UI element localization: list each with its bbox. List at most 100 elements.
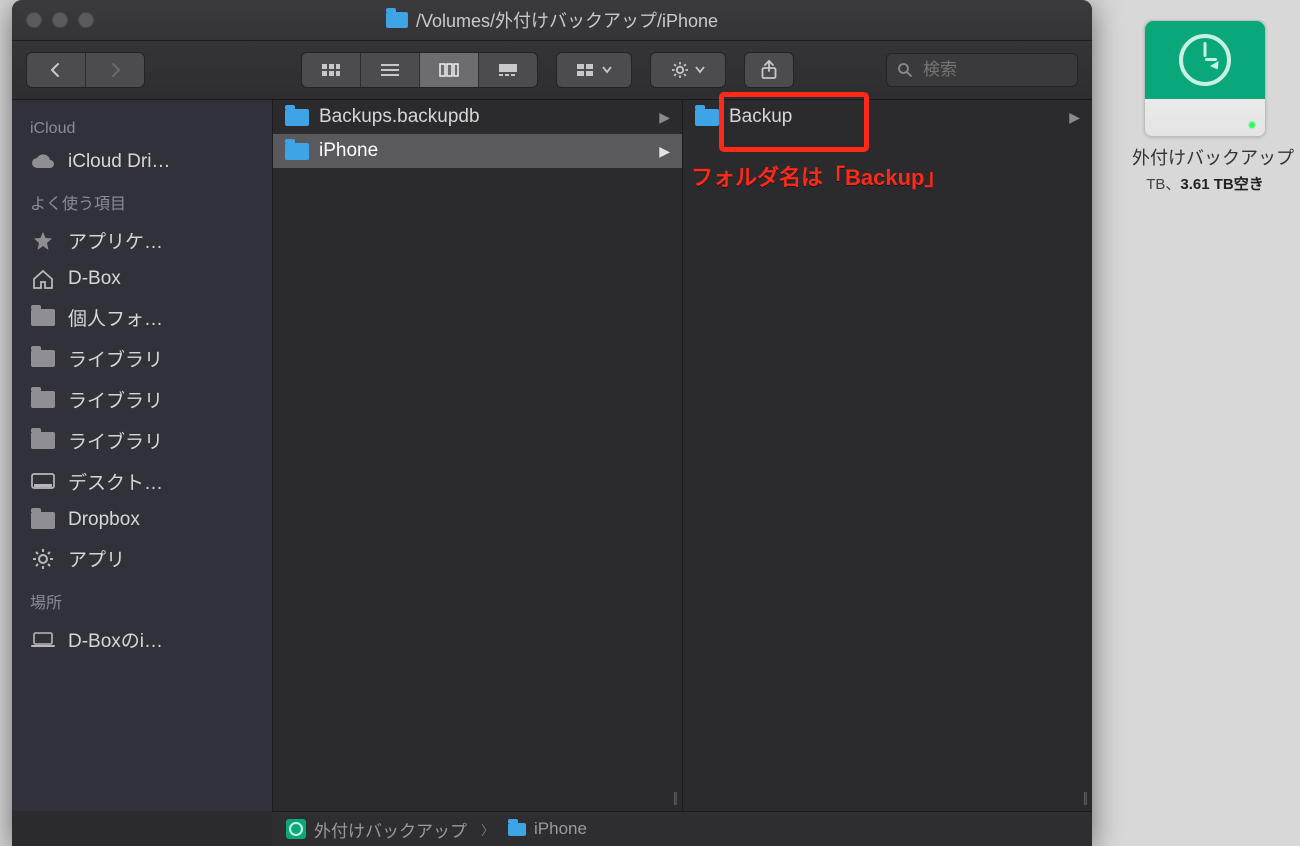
group-by-button[interactable] — [557, 53, 631, 87]
column-item-backupsdb[interactable]: Backups.backupdb ▶ — [273, 100, 682, 134]
path-segment-label: iPhone — [534, 819, 587, 839]
sidebar-section-locations: 場所 — [12, 579, 272, 619]
sidebar-item-dbox-device[interactable]: D-Boxのi… — [12, 619, 272, 660]
search-field[interactable] — [886, 53, 1078, 87]
folder-icon — [30, 349, 56, 369]
column-item-iphone[interactable]: iPhone ▶ — [273, 134, 682, 168]
chevron-right-icon: 〉 — [481, 820, 494, 839]
gear-icon — [671, 61, 689, 79]
sidebar-item-label: iCloud Dri… — [68, 151, 254, 173]
folder-icon — [30, 431, 56, 451]
sidebar-item-label: アプリ — [68, 545, 254, 572]
path-segment-label: 外付けバックアップ — [314, 817, 467, 842]
share-button[interactable] — [744, 52, 794, 88]
action-button-group — [650, 52, 726, 88]
desktop-drive-icon[interactable]: 外付けバックアップ TB、3.61 TB空き — [1130, 20, 1280, 194]
group-by-button-group — [556, 52, 632, 88]
column-view-button[interactable] — [420, 53, 479, 87]
sidebar-item-label: デスクト… — [68, 468, 254, 495]
sidebar-item-library-3[interactable]: ライブラリ — [12, 420, 272, 461]
column-item-backup[interactable]: Backup ▶ — [683, 100, 1092, 134]
path-segment-drive[interactable]: 外付けバックアップ — [286, 817, 467, 842]
finder-window: /Volumes/外付けバックアップ/iPhone — [12, 0, 1092, 846]
chevron-right-icon: ▶ — [1069, 109, 1080, 126]
column-item-label: Backups.backupdb — [319, 106, 480, 128]
sidebar-item-home[interactable]: D-Box — [12, 261, 272, 297]
maximize-window-button[interactable] — [78, 12, 94, 28]
cloud-icon — [30, 152, 56, 172]
sidebar-item-label: ライブラリ — [68, 386, 254, 413]
toolbar — [12, 41, 1092, 100]
sidebar-item-desktop[interactable]: デスクト… — [12, 461, 272, 502]
sidebar: iCloud iCloud Dri… よく使う項目 アプリケ… — [12, 100, 273, 811]
nav-buttons — [26, 52, 145, 88]
search-input[interactable] — [921, 59, 1025, 81]
gallery-view-button[interactable] — [479, 53, 537, 87]
minimize-window-button[interactable] — [52, 12, 68, 28]
drive-storage-free: 3.61 TB空き — [1180, 176, 1263, 193]
column-1: Backups.backupdb ▶ iPhone ▶ || — [273, 100, 683, 811]
share-icon — [760, 60, 778, 80]
search-icon — [897, 62, 913, 78]
folder-icon — [30, 510, 56, 530]
laptop-icon — [30, 630, 56, 650]
sidebar-item-label: アプリケ… — [68, 227, 254, 254]
chevron-down-icon — [602, 66, 612, 74]
folder-icon — [508, 823, 526, 836]
sidebar-item-label: D-Box — [68, 268, 254, 290]
path-segment-iphone[interactable]: iPhone — [508, 819, 587, 839]
house-icon — [30, 269, 56, 289]
sidebar-item-library-2[interactable]: ライブラリ — [12, 379, 272, 420]
list-view-button[interactable] — [361, 53, 420, 87]
clock-icon — [1179, 34, 1231, 86]
finder-body: iCloud iCloud Dri… よく使う項目 アプリケ… — [12, 100, 1092, 811]
sidebar-item-applications[interactable]: アプリケ… — [12, 220, 272, 261]
sidebar-item-label: ライブラリ — [68, 427, 254, 454]
icon-view-button[interactable] — [302, 53, 361, 87]
sidebar-item-library-1[interactable]: ライブラリ — [12, 338, 272, 379]
sidebar-item-label: ライブラリ — [68, 345, 254, 372]
folder-icon — [285, 143, 309, 160]
sidebar-item-label: D-Boxのi… — [68, 626, 254, 653]
drive-storage: TB、3.61 TB空き — [1130, 173, 1280, 194]
drive-storage-prefix: TB、 — [1146, 176, 1180, 193]
folder-icon — [695, 109, 719, 126]
chevron-right-icon: ▶ — [659, 143, 670, 160]
close-window-button[interactable] — [26, 12, 42, 28]
sidebar-item-dropbox[interactable]: Dropbox — [12, 502, 272, 538]
gear-icon — [30, 549, 56, 569]
pathbar: 外付けバックアップ 〉 iPhone — [272, 811, 1092, 846]
folder-icon — [386, 12, 408, 28]
column-item-label: Backup — [729, 106, 792, 128]
column-item-label: iPhone — [319, 140, 378, 162]
column-view: Backups.backupdb ▶ iPhone ▶ || — [273, 100, 1092, 811]
folder-icon — [285, 109, 309, 126]
column-resize-handle[interactable]: || — [1083, 789, 1086, 805]
forward-button[interactable] — [86, 53, 144, 87]
drive-label: 外付けバックアップ — [1130, 143, 1296, 171]
view-mode-buttons — [301, 52, 538, 88]
column-2: Backup ▶ フォルダ名は「Backup」 || — [683, 100, 1092, 811]
folder-icon — [30, 308, 56, 328]
sidebar-item-icloud-drive[interactable]: iCloud Dri… — [12, 144, 272, 180]
sidebar-item-personal-folder[interactable]: 個人フォ… — [12, 297, 272, 338]
chevron-right-icon: ▶ — [659, 109, 670, 126]
desktop: 外付けバックアップ TB、3.61 TB空き /Volumes/外付けバックアッ… — [0, 0, 1300, 846]
appstore-icon — [30, 231, 56, 251]
titlebar: /Volumes/外付けバックアップ/iPhone — [12, 0, 1092, 41]
window-title-text: /Volumes/外付けバックアップ/iPhone — [416, 7, 718, 33]
window-title: /Volumes/外付けバックアップ/iPhone — [386, 7, 718, 33]
time-machine-drive-icon — [286, 819, 306, 839]
sidebar-item-apps[interactable]: アプリ — [12, 538, 272, 579]
sidebar-item-label: 個人フォ… — [68, 304, 254, 331]
desktop-icon — [30, 472, 56, 492]
time-machine-drive-icon — [1144, 20, 1266, 137]
back-button[interactable] — [27, 53, 86, 87]
sidebar-section-favorites: よく使う項目 — [12, 180, 272, 220]
sidebar-item-label: Dropbox — [68, 509, 254, 531]
action-button[interactable] — [651, 53, 725, 87]
sidebar-section-icloud: iCloud — [12, 110, 272, 144]
folder-icon — [30, 390, 56, 410]
column-resize-handle[interactable]: || — [673, 789, 676, 805]
chevron-down-icon — [695, 66, 705, 74]
